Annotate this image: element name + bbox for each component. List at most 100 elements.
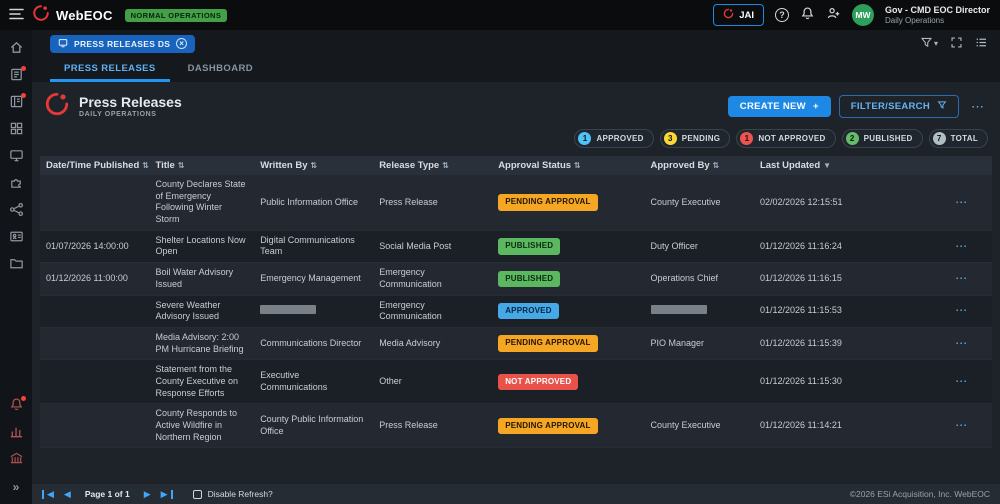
table-row[interactable]: Media Advisory: 2:00 PM Hurricane Briefi… (40, 327, 992, 359)
page-title-group: Press Releases DAILY OPERATIONS (79, 94, 182, 118)
table-row[interactable]: County Declares State of Emergency Follo… (40, 175, 992, 230)
cell-written-by: Emergency Management (254, 263, 373, 295)
fullscreen-button[interactable] (950, 36, 963, 52)
chip-total[interactable]: 7 TOTAL (929, 129, 988, 148)
id-card-icon (9, 229, 24, 247)
row-actions-button[interactable]: ⋯ (955, 419, 967, 431)
cell-actions: ⋯ (949, 230, 992, 262)
column-header-date-published[interactable]: Date/Time Published⇅ (40, 156, 149, 175)
table-row[interactable]: Statement from the County Executive on R… (40, 360, 992, 404)
table-row[interactable]: 01/12/2026 11:00:00 Boil Water Advisory … (40, 263, 992, 295)
sidebar-item-files[interactable] (4, 253, 28, 277)
column-header-release-type[interactable]: Release Type⇅ (373, 156, 492, 175)
column-header-last-updated[interactable]: Last Updated▼ (754, 156, 949, 175)
menu-toggle-button[interactable] (0, 8, 32, 23)
cell-approved-by: Operations Chief (645, 263, 754, 295)
user-name: Gov - CMD EOC Director (885, 5, 990, 16)
user-menu[interactable]: Gov - CMD EOC Director Daily Operations (885, 5, 990, 25)
board-actions-menu-button[interactable]: ⋯ (967, 99, 988, 115)
pagination-last-button[interactable]: ▶ (158, 490, 173, 499)
cell-approval-status: PUBLISHED (492, 230, 644, 262)
row-actions-button[interactable]: ⋯ (955, 196, 967, 208)
sidebar-item-boards[interactable] (4, 64, 28, 88)
sidebar-item-reports[interactable] (4, 421, 28, 445)
tab-press-releases[interactable]: PRESS RELEASES (50, 58, 170, 82)
sidebar-item-menus[interactable] (4, 91, 28, 115)
sidebar-item-alerts[interactable] (4, 394, 28, 418)
disable-refresh-control[interactable]: Disable Refresh? (193, 489, 273, 499)
cell-approved-by: Duty Officer (645, 230, 754, 262)
table-row[interactable]: Severe Weather Advisory Issued Emergency… (40, 295, 992, 327)
filter-search-button[interactable]: FILTER/SEARCH (839, 95, 959, 118)
top-bar: WebEOC NORMAL OPERATIONS JAI ? (0, 0, 1000, 30)
list-icon (975, 36, 988, 52)
column-header-approval-status[interactable]: Approval Status⇅ (492, 156, 644, 175)
approval-status-badge: NOT APPROVED (498, 374, 578, 390)
column-label: Release Type (379, 160, 439, 171)
sidebar-item-agency[interactable] (4, 448, 28, 472)
close-board-icon[interactable]: × (176, 38, 187, 49)
column-header-title[interactable]: Title⇅ (149, 156, 254, 175)
page-header: Press Releases DAILY OPERATIONS CREATE N… (40, 82, 992, 127)
cell-actions: ⋯ (949, 360, 992, 404)
sort-icon: ⇅ (442, 161, 449, 170)
table-row[interactable]: County Responds to Active Wildfire in No… (40, 404, 992, 448)
row-actions-button[interactable]: ⋯ (955, 337, 967, 349)
column-header-written-by[interactable]: Written By⇅ (254, 156, 373, 175)
chip-pending[interactable]: 3 PENDING (660, 129, 731, 148)
redacted-text (260, 305, 316, 314)
plus-icon: + (813, 101, 819, 112)
pagination-first-button[interactable]: ◀ (42, 490, 57, 499)
tab-dashboard[interactable]: DASHBOARD (174, 58, 267, 82)
chip-approved[interactable]: 1 APPROVED (574, 129, 653, 148)
create-new-button[interactable]: CREATE NEW + (728, 96, 831, 117)
sidebar-item-plugins[interactable] (4, 172, 28, 196)
cell-title: County Responds to Active Wildfire in No… (149, 404, 254, 448)
row-actions-button[interactable]: ⋯ (955, 304, 967, 316)
sidebar-item-home[interactable] (4, 37, 28, 61)
notifications-button[interactable] (800, 6, 815, 24)
cell-written-by (254, 295, 373, 327)
cell-actions: ⋯ (949, 295, 992, 327)
chip-published[interactable]: 2 PUBLISHED (842, 129, 923, 148)
chip-not-approved[interactable]: 1 NOT APPROVED (736, 129, 835, 148)
sidebar-item-contacts[interactable] (4, 226, 28, 250)
help-button[interactable]: ? (775, 8, 789, 22)
cell-written-by: Executive Communications (254, 360, 373, 404)
cell-title: Shelter Locations Now Open (149, 230, 254, 262)
cell-date-published (40, 175, 149, 230)
disable-refresh-checkbox[interactable] (193, 490, 202, 499)
column-header-actions (949, 156, 992, 175)
jai-button[interactable]: JAI (713, 4, 764, 26)
add-user-button[interactable] (826, 6, 841, 24)
pagination-prev-button[interactable]: ◀ (61, 490, 74, 499)
view-filter-button[interactable]: ▾ (920, 36, 938, 52)
active-board-chip[interactable]: PRESS RELEASES DS × (50, 35, 195, 53)
chip-label: TOTAL (951, 134, 978, 143)
column-header-approved-by[interactable]: Approved By⇅ (645, 156, 754, 175)
cell-approved-by: County Executive (645, 404, 754, 448)
cell-written-by: Communications Director (254, 327, 373, 359)
row-actions-button[interactable]: ⋯ (955, 240, 967, 252)
cell-release-type: Emergency Communication (373, 295, 492, 327)
sort-icon: ⇅ (178, 161, 185, 170)
cell-written-by: Digital Communications Team (254, 230, 373, 262)
board-list-button[interactable] (975, 36, 988, 52)
sidebar-item-share[interactable] (4, 199, 28, 223)
board-logo-icon (44, 91, 70, 122)
table-header-row: Date/Time Published⇅ Title⇅ Written By⇅ … (40, 156, 992, 175)
cell-approved-by (645, 295, 754, 327)
operations-status-badge: NORMAL OPERATIONS (125, 9, 228, 22)
cell-title: Statement from the County Executive on R… (149, 360, 254, 404)
table-row[interactable]: 01/07/2026 14:00:00 Shelter Locations No… (40, 230, 992, 262)
chip-label: PENDING (682, 134, 721, 143)
cell-actions: ⋯ (949, 263, 992, 295)
user-avatar[interactable]: MW (852, 4, 874, 26)
row-actions-button[interactable]: ⋯ (955, 272, 967, 284)
pagination-next-button[interactable]: ▶ (141, 490, 154, 499)
sidebar-expand-button[interactable]: » (4, 475, 28, 499)
sidebar-item-apps[interactable] (4, 118, 28, 142)
cell-release-type: Emergency Communication (373, 263, 492, 295)
sidebar-item-displays[interactable] (4, 145, 28, 169)
row-actions-button[interactable]: ⋯ (955, 375, 967, 387)
